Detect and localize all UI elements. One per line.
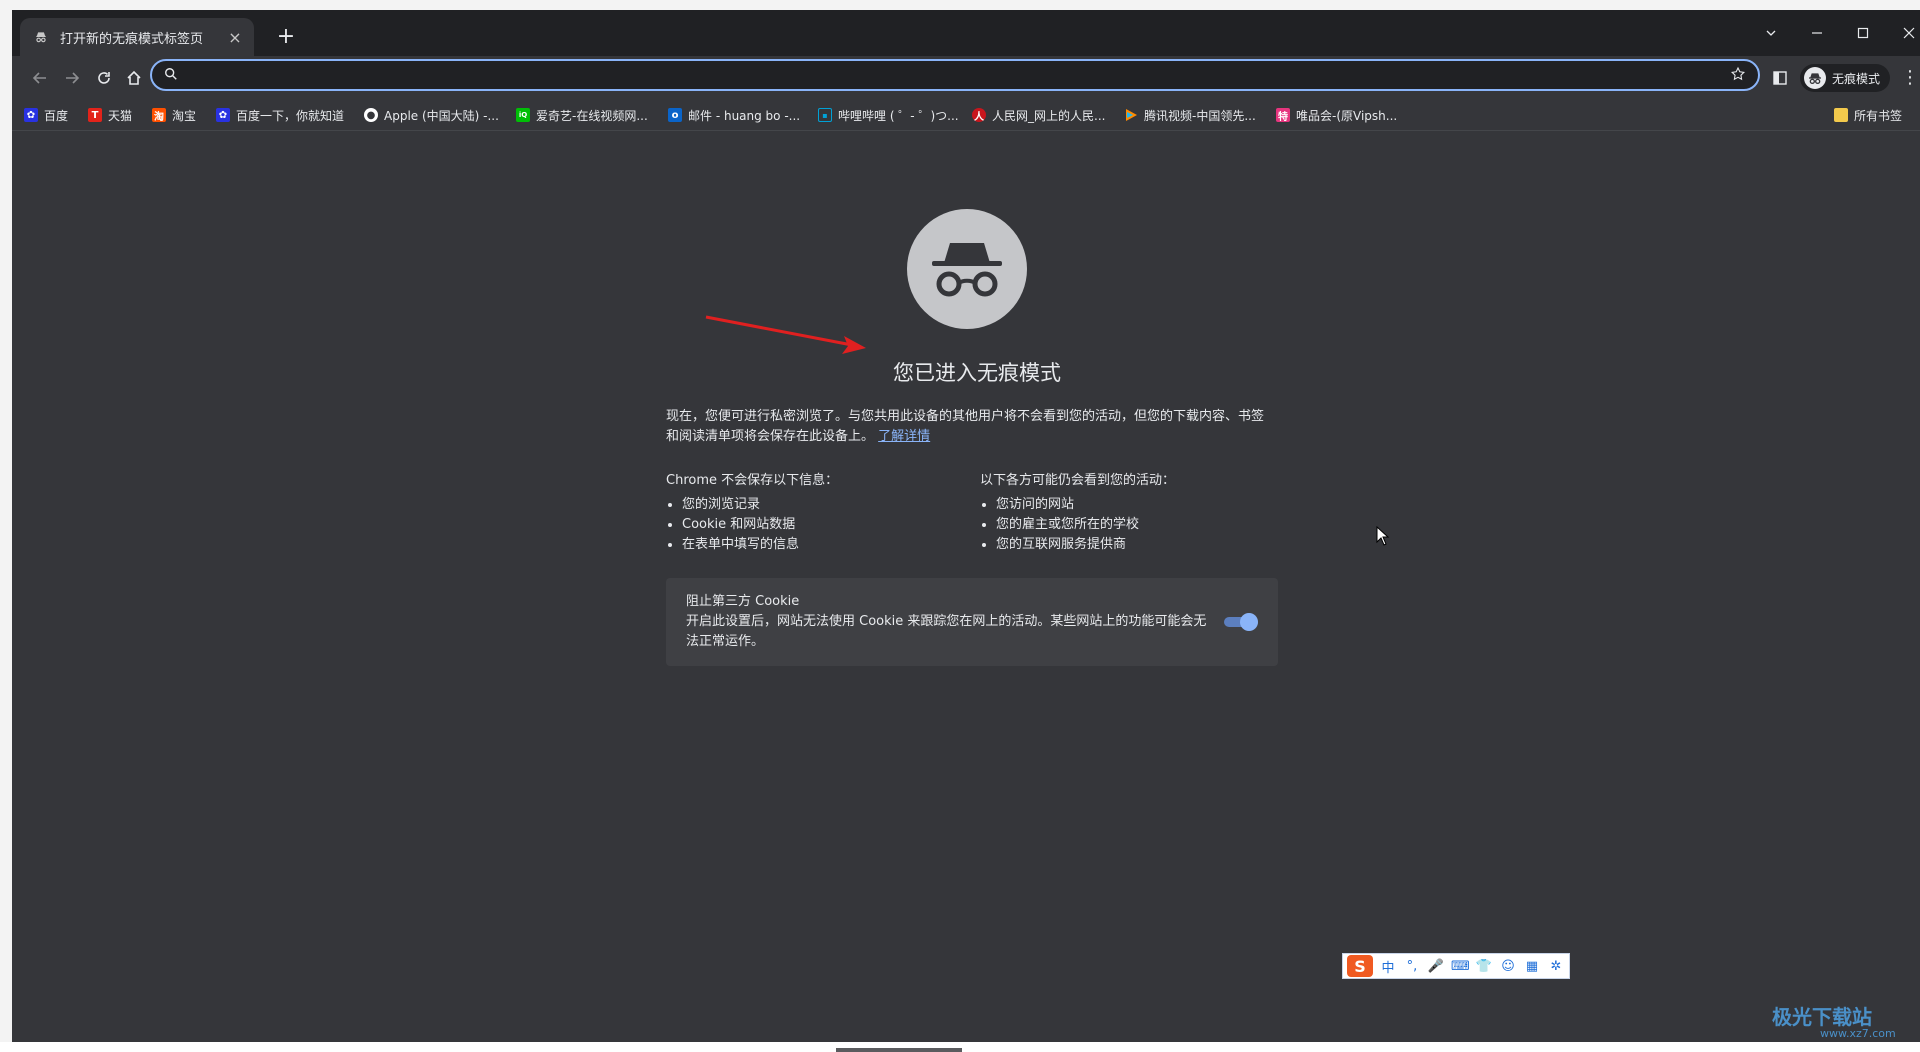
bookmark-label: 人民网_网上的人民...	[992, 108, 1106, 123]
forward-icon[interactable]	[58, 64, 86, 92]
bookmark-item[interactable]: ✿ 百度	[24, 105, 68, 125]
ime-toolbar[interactable]: S 中 °, 🎤 ⌨ 👕 ☺ ▦ ✲	[1342, 953, 1570, 979]
watermark-title: 极光下载站	[1772, 1005, 1872, 1029]
all-bookmarks-label: 所有书签	[1854, 108, 1903, 123]
bookmark-item[interactable]: 腾讯视频-中国领先...	[1124, 105, 1256, 125]
toolbar: 无痕模式 ⋮	[12, 56, 1920, 100]
side-panel-icon[interactable]	[1770, 68, 1790, 88]
bilibili-icon: ▪	[818, 108, 832, 122]
bookmark-label: 淘宝	[172, 108, 197, 123]
bookmark-label: 天猫	[108, 108, 133, 123]
profile-label: 无痕模式	[1832, 71, 1881, 86]
baidu-paw-icon: ✿	[216, 108, 230, 122]
learn-more-link[interactable]: 了解详情	[878, 429, 930, 444]
bookmark-item[interactable]: ✿ 百度一下，你就知道	[216, 105, 344, 125]
bookmark-label: 哔哩哔哩 ( ゜- ゜)つ...	[838, 108, 959, 123]
all-bookmarks-folder[interactable]: 所有书签	[1834, 105, 1902, 125]
not-saved-heading: Chrome 不会保存以下信息：	[666, 473, 839, 488]
ime-skin-icon[interactable]: 👕	[1475, 959, 1493, 974]
list-item: 在表单中填写的信息	[682, 535, 966, 555]
tencent-video-icon	[1124, 108, 1138, 122]
toggle-knob	[1240, 613, 1258, 631]
new-tab-button[interactable]: +	[274, 26, 298, 50]
ime-settings-icon[interactable]: ✲	[1547, 959, 1565, 974]
bookmark-item[interactable]: T 天猫	[88, 105, 132, 125]
tab-incognito[interactable]: 打开新的无痕模式标签页 ×	[20, 18, 254, 56]
people-icon: 人	[972, 108, 986, 123]
list-item: 您的浏览记录	[682, 495, 966, 515]
tab-search-icon[interactable]	[1748, 20, 1794, 46]
incognito-icon	[907, 209, 1027, 329]
search-icon	[164, 67, 180, 83]
scroll-indicator	[836, 1048, 962, 1052]
apple-icon: ●	[364, 108, 378, 122]
incognito-page: 您已进入无痕模式 现在，您便可进行私密浏览了。与您共用此设备的其他用户将不会看到…	[12, 131, 1920, 1052]
bookmark-item[interactable]: 特 唯品会-(原Vipsh...	[1276, 105, 1397, 125]
outlook-icon: o	[668, 108, 682, 122]
folder-icon	[1834, 108, 1848, 122]
bookmarks-bar: ✿ 百度 T 天猫 淘 淘宝 ✿ 百度一下，你就知道 ● Apple (中国大陆…	[12, 100, 1920, 131]
bookmark-label: 邮件 - huang bo -...	[688, 108, 801, 123]
minimize-icon[interactable]	[1794, 20, 1840, 46]
bookmark-label: Apple (中国大陆) -...	[384, 108, 499, 123]
address-input[interactable]	[186, 61, 1730, 89]
tab-strip: 打开新的无痕模式标签页 × +	[12, 10, 1920, 56]
ime-microphone-icon[interactable]: 🎤	[1427, 959, 1445, 974]
list-item: 您访问的网站	[996, 495, 1280, 515]
bookmark-star-icon[interactable]	[1730, 66, 1748, 84]
bookmark-label: 腾讯视频-中国领先...	[1144, 108, 1256, 123]
intro-body: 现在，您便可进行私密浏览了。与您共用此设备的其他用户将不会看到您的活动，但您的下…	[666, 409, 1265, 444]
ime-keyboard-icon[interactable]: ⌨	[1451, 959, 1470, 974]
watermark-url: www.xz7.com	[1820, 1027, 1896, 1040]
bookmark-item[interactable]: o 邮件 - huang bo -...	[668, 105, 800, 125]
list-item: 您的雇主或您所在的学校	[996, 515, 1280, 535]
address-bar[interactable]	[150, 59, 1760, 91]
bookmark-label: 百度一下，你就知道	[236, 108, 345, 123]
bookmark-item[interactable]: 淘 淘宝	[152, 105, 196, 125]
browser-window: 打开新的无痕模式标签页 × + 无痕模式 ⋮ ✿ 百度 T 天猫 淘 淘宝 ✿ …	[0, 0, 1920, 1052]
sogou-logo-icon: S	[1347, 955, 1373, 977]
mouse-cursor-icon	[1376, 526, 1390, 546]
cookie-title: 阻止第三方 Cookie	[686, 594, 800, 609]
third-party-cookie-card: 阻止第三方 Cookie 开启此设置后，网站无法使用 Cookie 来跟踪您在网…	[666, 578, 1278, 666]
bookmark-item[interactable]: ▪ 哔哩哔哩 ( ゜- ゜)つ...	[818, 105, 959, 125]
list-item: Cookie 和网站数据	[682, 515, 966, 535]
bookmark-item[interactable]: iQ 爱奇艺-在线视频网...	[516, 105, 648, 125]
page-heading: 您已进入无痕模式	[893, 361, 1061, 385]
list-item: 您的互联网服务提供商	[996, 535, 1280, 555]
bookmark-label: 唯品会-(原Vipsh...	[1296, 108, 1398, 123]
bookmark-label: 百度	[44, 108, 69, 123]
reload-icon[interactable]	[90, 64, 118, 92]
back-icon[interactable]	[26, 64, 54, 92]
home-icon[interactable]	[120, 64, 148, 92]
tab-close-icon[interactable]: ×	[226, 28, 244, 47]
vip-icon: 特	[1276, 108, 1290, 123]
tmall-icon: T	[88, 108, 102, 122]
more-menu-icon[interactable]: ⋮	[1900, 68, 1920, 88]
incognito-profile-button[interactable]: 无痕模式	[1800, 64, 1891, 92]
annotation-arrow-icon	[705, 315, 866, 354]
bookmark-item[interactable]: ● Apple (中国大陆) -...	[364, 105, 499, 125]
close-window-icon[interactable]	[1886, 20, 1920, 46]
bookmark-label: 爱奇艺-在线视频网...	[536, 108, 648, 123]
incognito-avatar-icon	[1804, 67, 1826, 89]
tab-title: 打开新的无痕模式标签页	[60, 31, 204, 47]
maximize-icon[interactable]	[1840, 20, 1886, 46]
taobao-icon: 淘	[152, 108, 166, 123]
not-saved-section: Chrome 不会保存以下信息： 您的浏览记录 Cookie 和网站数据 在表单…	[666, 471, 966, 555]
ime-emoji-icon[interactable]: ☺	[1499, 959, 1517, 974]
baidu-paw-icon: ✿	[24, 108, 38, 122]
still-visible-section: 以下各方可能仍会看到您的活动： 您访问的网站 您的雇主或您所在的学校 您的互联网…	[980, 471, 1280, 555]
cookie-description: 开启此设置后，网站无法使用 Cookie 来跟踪您在网上的活动。某些网站上的功能…	[686, 614, 1207, 649]
ime-toolbox-icon[interactable]: ▦	[1523, 959, 1541, 974]
intro-text: 现在，您便可进行私密浏览了。与您共用此设备的其他用户将不会看到您的活动，但您的下…	[666, 407, 1272, 447]
ime-punctuation-icon[interactable]: °,	[1403, 959, 1421, 974]
ime-mode-chinese[interactable]: 中	[1379, 957, 1397, 976]
block-cookie-toggle[interactable]	[1224, 613, 1258, 631]
bookmark-item[interactable]: 人 人民网_网上的人民...	[972, 105, 1105, 125]
iqiyi-icon: iQ	[516, 108, 530, 122]
incognito-icon	[34, 30, 48, 44]
still-visible-heading: 以下各方可能仍会看到您的活动：	[980, 473, 1176, 488]
